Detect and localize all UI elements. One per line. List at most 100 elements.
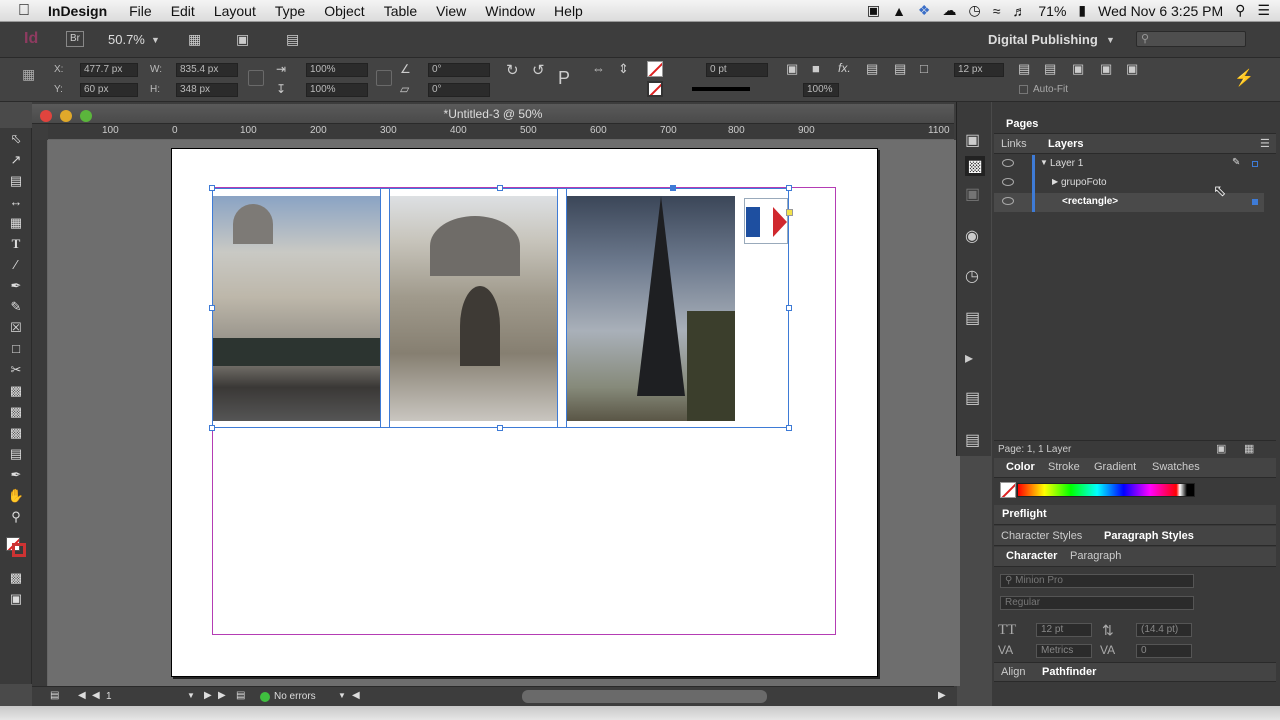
open-page-icon[interactable]: ▤ bbox=[236, 690, 245, 701]
search-field[interactable]: ⚲ bbox=[1136, 31, 1246, 47]
menu-layout[interactable]: Layout bbox=[214, 3, 256, 19]
next-page-icon[interactable]: ▶ bbox=[204, 690, 212, 701]
menu-file[interactable]: File bbox=[129, 3, 152, 19]
fill-stroke-icon[interactable] bbox=[0, 527, 32, 567]
resize-handle[interactable] bbox=[209, 185, 215, 191]
stroke-swatch[interactable] bbox=[647, 81, 663, 97]
minimize-window-button[interactable] bbox=[60, 110, 72, 122]
preflight-status-text[interactable]: No errors bbox=[274, 691, 316, 702]
menu-edit[interactable]: Edit bbox=[171, 3, 195, 19]
spotlight-icon[interactable]: ⚲ bbox=[1235, 2, 1245, 19]
color-spectrum-ramp[interactable] bbox=[1017, 483, 1195, 497]
page-dropdown-icon[interactable]: ▼ bbox=[187, 691, 195, 700]
workspace-switcher[interactable]: Digital Publishing bbox=[988, 32, 1098, 47]
page-number-field[interactable]: 1 bbox=[106, 691, 112, 702]
flag-frame[interactable] bbox=[744, 198, 788, 244]
links-panel-icon[interactable]: ▣ bbox=[965, 184, 980, 204]
screen-mode-icon[interactable]: ▣ bbox=[236, 31, 249, 48]
distribute-h-icon[interactable]: ▣ bbox=[1100, 61, 1112, 77]
menu-object[interactable]: Object bbox=[324, 3, 364, 19]
align-top-icon[interactable]: ▤ bbox=[1018, 61, 1030, 77]
tab-character[interactable]: Character bbox=[1006, 550, 1057, 562]
screen-mode-tool-icon[interactable]: ▣ bbox=[0, 588, 32, 609]
new-layer-icon[interactable]: ▣ bbox=[1216, 442, 1226, 455]
workspace-dropdown-icon[interactable]: ▼ bbox=[1106, 35, 1115, 45]
resize-handle[interactable] bbox=[209, 425, 215, 431]
selection-tool-icon[interactable]: ⬁ bbox=[0, 128, 32, 149]
gradient-feather-tool-icon[interactable]: ▩ bbox=[0, 422, 32, 443]
scale-x-field[interactable]: 100% bbox=[306, 63, 368, 77]
rectangle-tool-icon[interactable]: □ bbox=[0, 338, 32, 359]
x-position-field[interactable]: 477.7 px bbox=[80, 63, 138, 77]
menu-help[interactable]: Help bbox=[554, 3, 583, 19]
page-tool-icon[interactable]: ▤ bbox=[0, 170, 32, 191]
auto-fit-checkbox[interactable] bbox=[1019, 85, 1028, 94]
visibility-eye-icon[interactable] bbox=[1002, 178, 1014, 186]
opacity-field[interactable]: 100% bbox=[803, 83, 839, 97]
camera-icon[interactable]: ▣ bbox=[867, 2, 880, 19]
tab-color[interactable]: Color bbox=[1006, 461, 1035, 473]
zoom-dropdown-icon[interactable]: ▼ bbox=[151, 35, 160, 45]
scroll-left-icon[interactable]: ◀ bbox=[352, 690, 360, 701]
app-name-menu[interactable]: InDesign bbox=[48, 3, 107, 19]
eyedropper-tool-icon[interactable]: ✒ bbox=[0, 464, 32, 485]
wifi-icon[interactable]: ≈ bbox=[993, 3, 1001, 19]
preflight-dropdown-icon[interactable]: ▼ bbox=[338, 691, 346, 700]
resize-handle[interactable] bbox=[497, 425, 503, 431]
shear-angle-field[interactable]: 0° bbox=[428, 83, 490, 97]
expand-triangle-icon[interactable]: ▼ bbox=[1040, 158, 1048, 167]
gap-field[interactable]: 12 px bbox=[954, 63, 1004, 77]
tab-links[interactable]: Links bbox=[1001, 138, 1027, 150]
drive-icon[interactable]: ▲ bbox=[892, 3, 906, 19]
expand-triangle-icon[interactable]: ▶ bbox=[1052, 177, 1058, 186]
resize-handle[interactable] bbox=[497, 185, 503, 191]
scale-y-field[interactable]: 100% bbox=[306, 83, 368, 97]
first-page-icon[interactable]: ◀ bbox=[78, 690, 86, 701]
height-field[interactable]: 348 px bbox=[176, 83, 238, 97]
apply-none-icon[interactable]: ▩ bbox=[0, 567, 32, 588]
resize-handle[interactable] bbox=[786, 425, 792, 431]
scissors-tool-icon[interactable]: ✂ bbox=[0, 359, 32, 380]
menu-view[interactable]: View bbox=[436, 3, 466, 19]
menu-window[interactable]: Window bbox=[485, 3, 535, 19]
tab-paragraph[interactable]: Paragraph bbox=[1070, 550, 1121, 562]
layer-selection-indicator[interactable] bbox=[1252, 161, 1258, 167]
arrange-documents-icon[interactable]: ▤ bbox=[286, 31, 299, 48]
distribute-v-icon[interactable]: ▣ bbox=[1126, 61, 1138, 77]
bridge-button[interactable]: Br bbox=[66, 31, 84, 47]
reference-point-icon[interactable]: ▦ bbox=[22, 66, 35, 83]
fit-content-icon[interactable]: ▤ bbox=[866, 61, 878, 77]
last-page-icon[interactable]: ▶ bbox=[218, 690, 226, 701]
panel-menu-icon[interactable]: ☰ bbox=[1260, 137, 1270, 150]
constrain-proportions-icon[interactable] bbox=[248, 70, 264, 86]
zoom-tool-icon[interactable]: ⚲ bbox=[0, 506, 32, 527]
layer-selection-indicator[interactable] bbox=[1252, 199, 1258, 205]
animation-panel-icon[interactable]: ▸ bbox=[965, 348, 973, 368]
swatches-panel-icon[interactable]: ◉ bbox=[965, 226, 979, 246]
selection-bounding-box[interactable] bbox=[212, 188, 789, 428]
timemachine-icon[interactable]: ◷ bbox=[968, 2, 980, 19]
line-tool-icon[interactable]: ∕ bbox=[0, 254, 32, 275]
tab-preflight[interactable]: Preflight bbox=[1002, 508, 1047, 520]
constrain-scale-icon[interactable] bbox=[376, 70, 392, 86]
visibility-eye-icon[interactable] bbox=[1002, 197, 1014, 205]
stroke-weight-field[interactable]: 0 pt bbox=[706, 63, 768, 77]
tab-stroke[interactable]: Stroke bbox=[1048, 461, 1080, 473]
pen-tool-icon[interactable]: ✒ bbox=[0, 275, 32, 296]
datetime[interactable]: Wed Nov 6 3:25 PM bbox=[1098, 3, 1223, 19]
zoom-level[interactable]: 50.7% bbox=[108, 32, 145, 47]
pencil-tool-icon[interactable]: ✎ bbox=[0, 296, 32, 317]
y-position-field[interactable]: 60 px bbox=[80, 83, 138, 97]
width-field[interactable]: 835.4 px bbox=[176, 63, 238, 77]
gap-tool-icon[interactable]: ↔ bbox=[0, 191, 32, 212]
tracking-field[interactable]: 0 bbox=[1136, 644, 1192, 658]
resize-handle[interactable] bbox=[786, 185, 792, 191]
close-window-button[interactable] bbox=[40, 110, 52, 122]
center-content-icon[interactable]: □ bbox=[920, 61, 928, 76]
hand-tool-icon[interactable]: ✋ bbox=[0, 485, 32, 506]
flip-horizontal-icon[interactable]: ⇔ bbox=[592, 61, 605, 76]
menu-type[interactable]: Type bbox=[275, 3, 305, 19]
horizontal-ruler[interactable]: 100 0 100 200 300 400 500 600 700 800 90… bbox=[48, 124, 954, 140]
frame-fitting-icon[interactable]: ▣ bbox=[786, 61, 798, 77]
zoom-window-button[interactable] bbox=[80, 110, 92, 122]
